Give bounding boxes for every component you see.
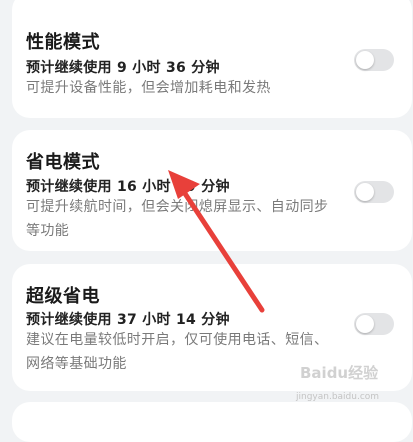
watermark-url: jingyan.baidu.com (296, 392, 380, 402)
super-power-saving-title: 超级省电 (26, 286, 100, 307)
toggle-knob (356, 51, 374, 69)
power-saving-mode-card: 省电模式 预计继续使用 16 小时 49 分钟 可提升续航时间，但会关闭熄屏显示… (12, 130, 412, 251)
super-power-saving-description: 建议在电量较低时开启，仅可使用电话、短信、网络等基础功能 (26, 332, 329, 372)
power-saving-mode-toggle[interactable] (354, 181, 394, 203)
super-power-saving-estimate: 预计继续使用 37 小时 14 分钟 (26, 312, 230, 328)
power-saving-mode-title: 省电模式 (26, 152, 100, 173)
power-saving-mode-estimate: 预计继续使用 16 小时 49 分钟 (26, 179, 230, 195)
performance-mode-description: 可提升设备性能，但会增加耗电和发热 (26, 80, 271, 96)
performance-mode-card: 性能模式 预计继续使用 9 小时 36 分钟 可提升设备性能，但会增加耗电和发热 (12, 0, 412, 118)
toggle-knob (356, 315, 374, 333)
watermark-logo: Baidu经验 (300, 364, 379, 382)
power-saving-mode-description: 可提升续航时间，但会关闭熄屏显示、自动同步等功能 (26, 199, 329, 239)
performance-mode-toggle[interactable] (354, 49, 394, 71)
performance-mode-title: 性能模式 (26, 32, 100, 53)
next-setting-card (12, 402, 412, 442)
super-power-saving-toggle[interactable] (354, 313, 394, 335)
performance-mode-estimate: 预计继续使用 9 小时 36 分钟 (26, 60, 220, 76)
toggle-knob (356, 183, 374, 201)
